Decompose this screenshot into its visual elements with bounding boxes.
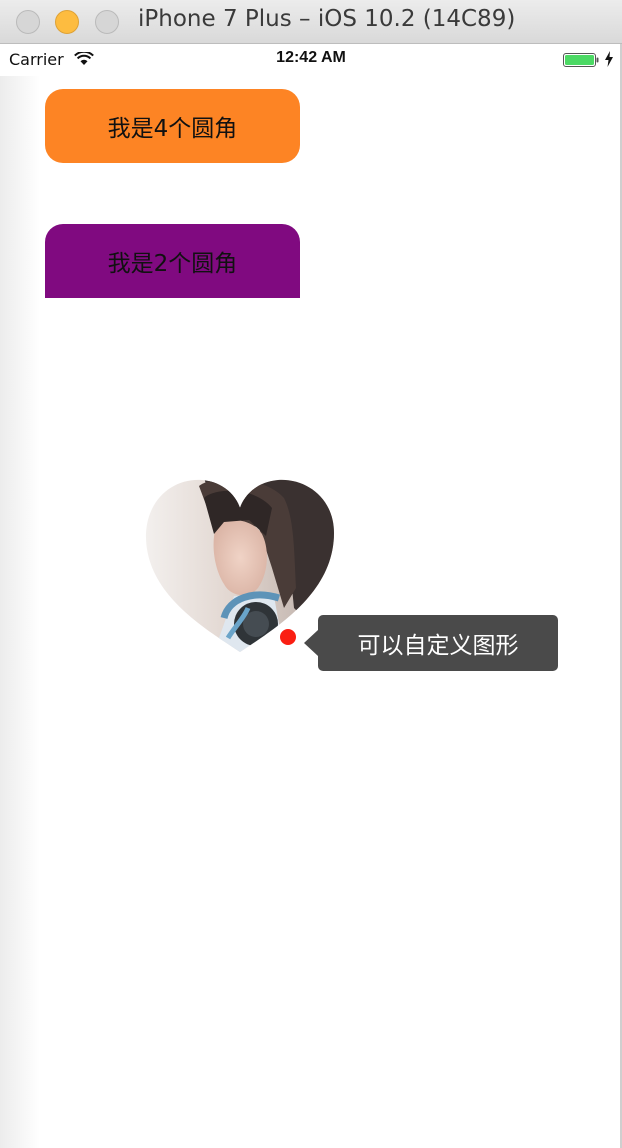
four-rounded-corners-label: 我是4个圆角 (107, 116, 238, 142)
tooltip-arrow (304, 630, 318, 656)
title-bar: iPhone 7 Plus – iOS 10.2 (14C89) (0, 0, 622, 44)
heart-shaped-photo[interactable] (144, 478, 336, 652)
window-title: iPhone 7 Plus – iOS 10.2 (14C89) (138, 6, 516, 32)
battery-icon (563, 53, 599, 67)
simulator-window: iPhone 7 Plus – iOS 10.2 (14C89) Carrier… (0, 0, 622, 1148)
status-time: 12:42 AM (276, 49, 346, 66)
ios-status-bar: Carrier 12:42 AM (0, 44, 622, 76)
tooltip-text: 可以自定义图形 (357, 633, 519, 659)
two-rounded-corners-label: 我是2个圆角 (107, 251, 238, 277)
charging-bolt-icon (605, 51, 613, 67)
red-indicator-dot (280, 629, 296, 645)
minimize-window-button[interactable] (55, 10, 79, 34)
four-rounded-corners-button[interactable]: 我是4个圆角 (45, 89, 300, 163)
two-rounded-corners-button[interactable]: 我是2个圆角 (45, 224, 300, 298)
custom-shape-tooltip: 可以自定义图形 (318, 615, 558, 671)
close-window-button[interactable] (16, 10, 40, 34)
zoom-window-button[interactable] (95, 10, 119, 34)
simulator-edge-shade (0, 76, 40, 1148)
